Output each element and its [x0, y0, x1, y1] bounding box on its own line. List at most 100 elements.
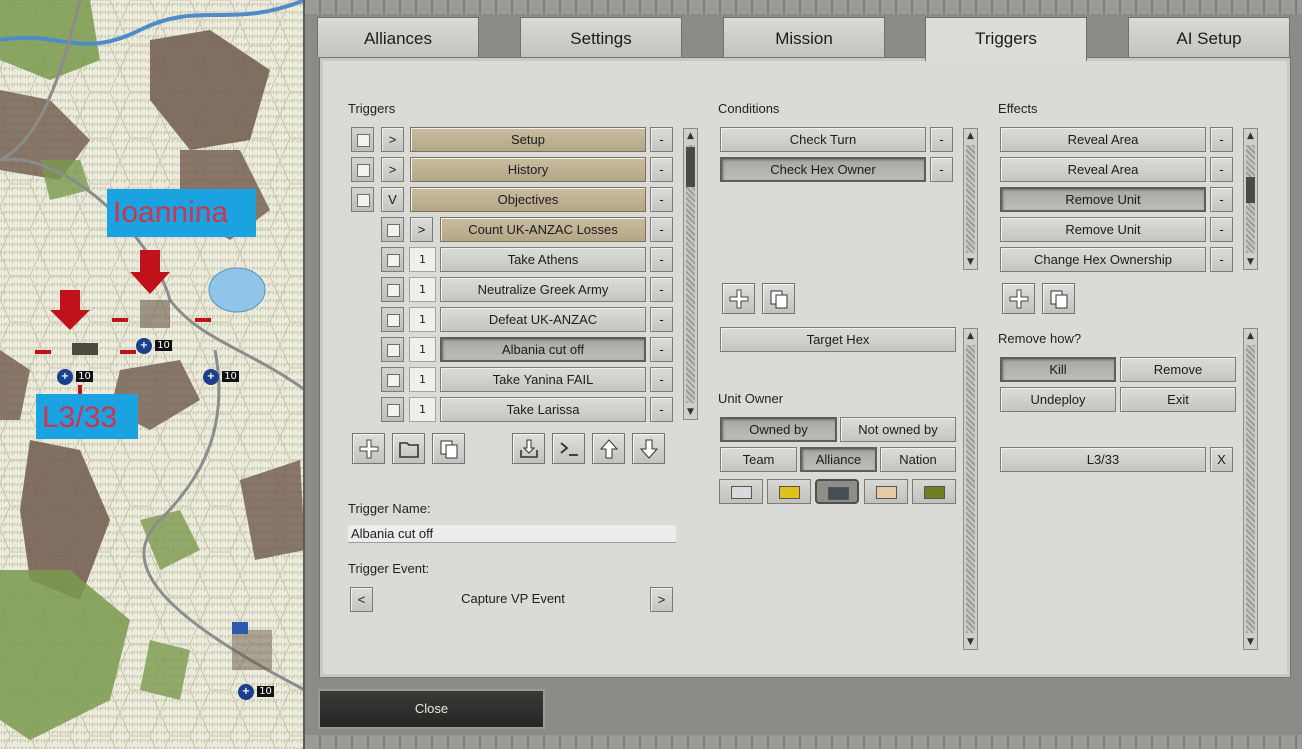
tab-triggers[interactable]: Triggers: [925, 17, 1087, 61]
add-condition-button[interactable]: [722, 283, 755, 314]
remove-trigger-button[interactable]: -: [650, 157, 673, 182]
condition-item[interactable]: Check Turn: [720, 127, 926, 152]
unit-strength-badge[interactable]: + 10: [136, 338, 172, 354]
trigger-group-setup[interactable]: Setup: [410, 127, 646, 152]
scroll-down-icon[interactable]: ▼: [1244, 635, 1257, 649]
scroll-down-icon[interactable]: ▼: [1244, 255, 1257, 269]
scroll-down-icon[interactable]: ▼: [964, 255, 977, 269]
trigger-item[interactable]: Neutralize Greek Army: [440, 277, 646, 302]
scroll-up-icon[interactable]: ▲: [684, 129, 697, 143]
conditions-scrollbar[interactable]: ▲ ▼: [963, 128, 978, 270]
remove-how-exit-button[interactable]: Exit: [1120, 387, 1236, 412]
effect-item[interactable]: Reveal Area: [1000, 127, 1206, 152]
add-folder-button[interactable]: [392, 433, 425, 464]
move-down-button[interactable]: [632, 433, 665, 464]
trigger-group-history[interactable]: History: [410, 157, 646, 182]
color-swatch-yellow[interactable]: [767, 479, 811, 504]
remove-how-kill-button[interactable]: Kill: [1000, 357, 1116, 382]
tab-settings[interactable]: Settings: [520, 17, 682, 57]
trigger-count[interactable]: 1: [409, 367, 436, 392]
remove-how-undeploy-button[interactable]: Undeploy: [1000, 387, 1116, 412]
tab-mission[interactable]: Mission: [723, 17, 885, 57]
trigger-checkbox[interactable]: [351, 157, 374, 182]
remove-trigger-button[interactable]: -: [650, 397, 673, 422]
trigger-checkbox[interactable]: [381, 247, 404, 272]
color-swatch-olive[interactable]: [912, 479, 956, 504]
trigger-checkbox[interactable]: [381, 367, 404, 392]
trigger-count[interactable]: 1: [409, 397, 436, 422]
remove-condition-button[interactable]: -: [930, 127, 953, 152]
remove-how-remove-button[interactable]: Remove: [1120, 357, 1236, 382]
add-effect-button[interactable]: [1002, 283, 1035, 314]
tab-alliances[interactable]: Alliances: [317, 17, 479, 57]
scope-nation-button[interactable]: Nation: [880, 447, 956, 472]
owned-by-button[interactable]: Owned by: [720, 417, 837, 442]
effect-details-scrollbar[interactable]: ▲ ▼: [1243, 328, 1258, 650]
effect-item[interactable]: Remove Unit: [1000, 217, 1206, 242]
color-swatch-grey[interactable]: [719, 479, 763, 504]
scroll-up-icon[interactable]: ▲: [1244, 329, 1257, 343]
unit-strength-badge[interactable]: + 10: [238, 684, 274, 700]
remove-effect-button[interactable]: -: [1210, 127, 1233, 152]
remove-effect-button[interactable]: -: [1210, 247, 1233, 272]
move-up-button[interactable]: [592, 433, 625, 464]
scope-team-button[interactable]: Team: [720, 447, 797, 472]
remove-condition-button[interactable]: -: [930, 157, 953, 182]
trigger-group-objectives[interactable]: Objectives: [410, 187, 646, 212]
remove-effect-button[interactable]: -: [1210, 157, 1233, 182]
remove-trigger-button[interactable]: -: [650, 127, 673, 152]
effect-item-selected[interactable]: Remove Unit: [1000, 187, 1206, 212]
remove-trigger-button[interactable]: -: [650, 187, 673, 212]
scroll-up-icon[interactable]: ▲: [964, 129, 977, 143]
trigger-count[interactable]: 1: [409, 247, 436, 272]
trigger-checkbox[interactable]: [381, 307, 404, 332]
scroll-up-icon[interactable]: ▲: [964, 329, 977, 343]
trigger-count[interactable]: 1: [409, 307, 436, 332]
condition-details-scrollbar[interactable]: ▲ ▼: [963, 328, 978, 650]
unit-strength-badge[interactable]: + 10: [57, 369, 93, 385]
scroll-down-icon[interactable]: ▼: [964, 635, 977, 649]
color-swatch-dark[interactable]: [815, 479, 859, 504]
remove-trigger-button[interactable]: -: [650, 337, 673, 362]
trigger-item[interactable]: Take Larissa: [440, 397, 646, 422]
target-unit-button[interactable]: L3/33: [1000, 447, 1206, 472]
trigger-checkbox[interactable]: [381, 277, 404, 302]
prev-event-button[interactable]: <: [350, 587, 373, 612]
trigger-checkbox[interactable]: [381, 337, 404, 362]
effect-item[interactable]: Change Hex Ownership: [1000, 247, 1206, 272]
scroll-track[interactable]: [966, 345, 975, 633]
scroll-track[interactable]: [1246, 345, 1255, 633]
remove-trigger-button[interactable]: -: [650, 367, 673, 392]
trigger-checkbox[interactable]: [381, 397, 404, 422]
color-swatch-tan[interactable]: [864, 479, 908, 504]
not-owned-by-button[interactable]: Not owned by: [840, 417, 956, 442]
remove-trigger-button[interactable]: -: [650, 277, 673, 302]
expand-toggle[interactable]: >: [410, 217, 433, 242]
tab-ai-setup[interactable]: AI Setup: [1128, 17, 1290, 57]
trigger-count[interactable]: 1: [409, 337, 436, 362]
console-button[interactable]: [552, 433, 585, 464]
add-trigger-button[interactable]: [352, 433, 385, 464]
remove-effect-button[interactable]: -: [1210, 217, 1233, 242]
condition-item-selected[interactable]: Check Hex Owner: [720, 157, 926, 182]
trigger-count[interactable]: 1: [409, 277, 436, 302]
copy-condition-button[interactable]: [762, 283, 795, 314]
trigger-checkbox[interactable]: [381, 217, 404, 242]
trigger-group-count-losses[interactable]: Count UK-ANZAC Losses: [440, 217, 646, 242]
scroll-thumb[interactable]: [686, 147, 695, 187]
effect-item[interactable]: Reveal Area: [1000, 157, 1206, 182]
scroll-track[interactable]: [966, 145, 975, 253]
copy-trigger-button[interactable]: [432, 433, 465, 464]
close-button[interactable]: Close: [318, 689, 545, 729]
trigger-item[interactable]: Take Athens: [440, 247, 646, 272]
effects-scrollbar[interactable]: ▲ ▼: [1243, 128, 1258, 270]
target-hex-button[interactable]: Target Hex: [720, 327, 956, 352]
clear-unit-button[interactable]: X: [1210, 447, 1233, 472]
collapse-toggle[interactable]: V: [381, 187, 404, 212]
expand-toggle[interactable]: >: [381, 127, 404, 152]
remove-trigger-button[interactable]: -: [650, 247, 673, 272]
trigger-item[interactable]: Defeat UK-ANZAC: [440, 307, 646, 332]
remove-trigger-button[interactable]: -: [650, 307, 673, 332]
trigger-item-selected[interactable]: Albania cut off: [440, 337, 646, 362]
expand-toggle[interactable]: >: [381, 157, 404, 182]
